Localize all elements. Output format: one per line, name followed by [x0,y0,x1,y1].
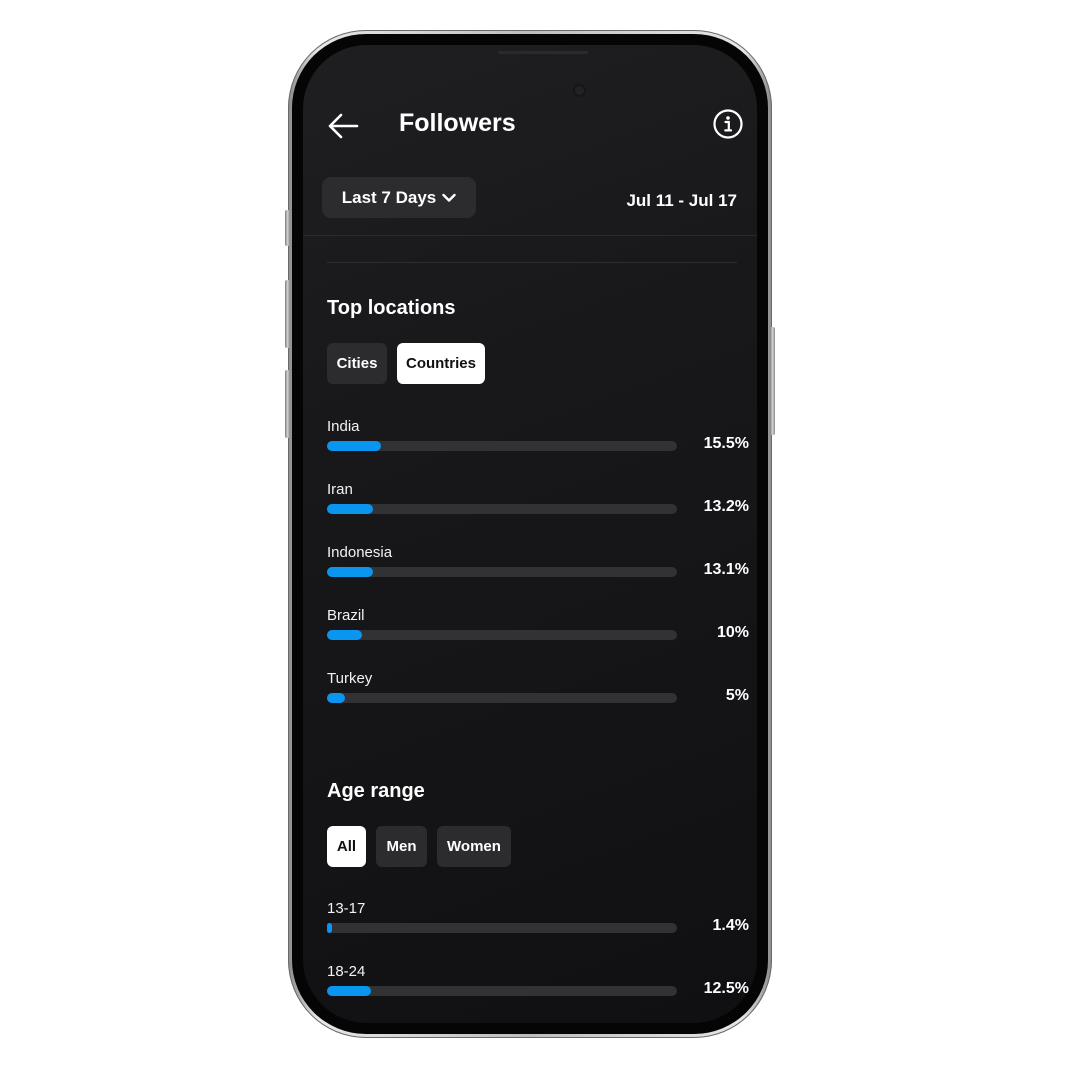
volume-down-button [285,370,290,438]
progress-fill [327,986,371,996]
country-percent: 13.1% [703,561,749,578]
top-locations-title: Top locations [327,297,456,319]
divider [327,262,737,263]
arrow-left-icon[interactable] [327,111,359,141]
volume-up-button [285,280,290,348]
country-row: Turkey 5% [327,670,749,720]
country-row: India 15.5% [327,418,749,468]
progress-track [327,923,677,933]
progress-track [327,986,677,996]
progress-track [327,693,677,703]
progress-fill [327,567,373,577]
progress-fill [327,923,332,933]
tab-women[interactable]: Women [437,826,511,867]
chevron-down-icon [442,193,456,202]
age-group-percent: 1.4% [712,917,749,934]
country-row: Indonesia 13.1% [327,544,749,594]
screen: Followers Last 7 Days Jul 11 - Jul 17 To… [303,45,757,1023]
age-group-percent: 12.5% [703,980,749,997]
progress-track [327,441,677,451]
age-group-label: 13-17 [327,900,366,917]
date-range: Jul 11 - Jul 17 [626,191,737,210]
phone-frame: Followers Last 7 Days Jul 11 - Jul 17 To… [285,30,775,1038]
info-circle-icon[interactable] [713,109,743,139]
time-range-label: Last 7 Days [341,187,437,207]
country-label: India [327,418,360,435]
progress-track [327,630,677,640]
country-row: Iran 13.2% [327,481,749,531]
country-label: Iran [327,481,353,498]
tab-cities[interactable]: Cities [327,343,387,384]
power-button [770,327,775,435]
speaker-grille [498,51,588,54]
front-camera [575,86,584,95]
divider [303,235,757,236]
country-label: Turkey [327,670,373,687]
progress-track [327,567,677,577]
bezel: Followers Last 7 Days Jul 11 - Jul 17 To… [292,34,768,1034]
tab-countries[interactable]: Countries [397,343,485,384]
tab-men[interactable]: Men [376,826,427,867]
page-title: Followers [399,109,516,137]
country-label: Brazil [327,607,365,624]
progress-fill [327,441,382,451]
country-percent: 5% [725,687,749,704]
progress-fill [327,693,345,703]
country-percent: 13.2% [703,498,749,515]
age-group-label: 18-24 [327,963,366,980]
country-row: Brazil 10% [327,607,749,657]
country-percent: 15.5% [703,435,749,452]
progress-fill [327,504,374,514]
progress-fill [327,630,362,640]
country-label: Indonesia [327,544,393,561]
age-range-title: Age range [327,780,425,802]
app-header: Followers [303,103,757,149]
country-percent: 10% [716,624,749,641]
age-group-row: 13-17 1.4% [327,900,749,950]
action-button [285,210,290,246]
progress-track [327,504,677,514]
time-range-dropdown[interactable]: Last 7 Days [322,177,476,218]
tab-all[interactable]: All [327,826,366,867]
age-group-row: 18-24 12.5% [327,963,749,1013]
